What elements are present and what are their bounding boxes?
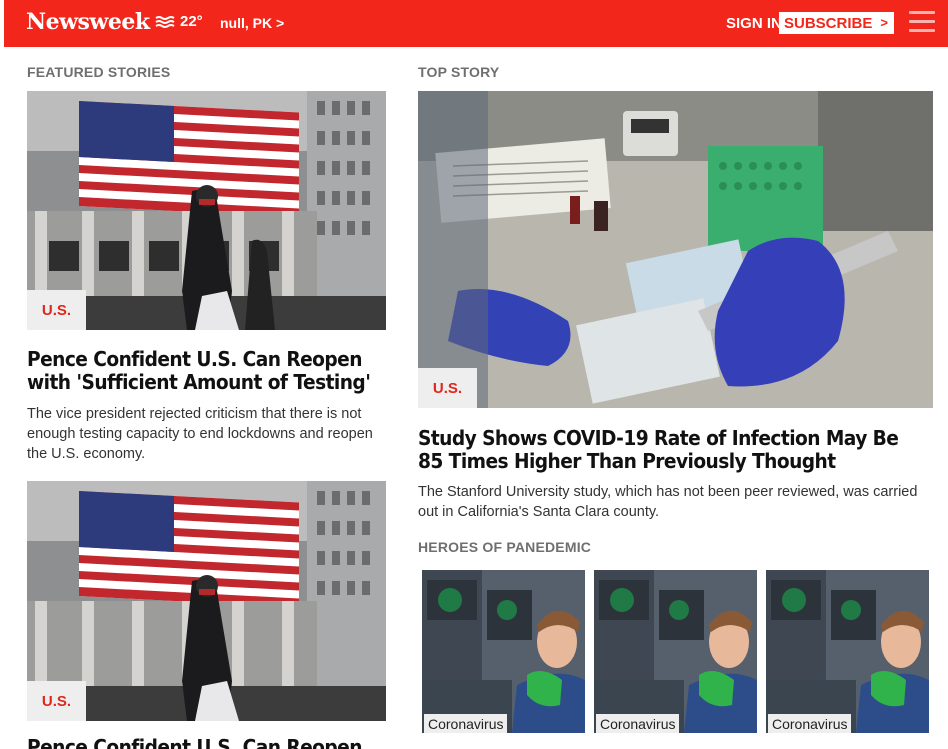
location-selector[interactable]: null, PK > — [220, 15, 284, 31]
top-story-summary: The Stanford University study, which has… — [418, 484, 918, 520]
heroes-section-label: HEROES OF PANEDEMIC — [418, 539, 592, 555]
hero-card[interactable]: Coronavirus — [594, 570, 757, 733]
featured-story-image[interactable]: U.S. — [27, 91, 386, 330]
featured-stories-label: FEATURED STORIES — [27, 64, 171, 80]
hero-category-tag[interactable]: Coronavirus — [424, 714, 508, 733]
category-tag[interactable]: U.S. — [418, 368, 477, 408]
category-tag[interactable]: U.S. — [27, 681, 86, 721]
subscribe-label: SUBSCRIBE — [784, 14, 873, 32]
chevron-right-icon: > — [880, 15, 888, 30]
lab-pipette-image — [418, 91, 933, 408]
temperature: 22° — [180, 13, 203, 30]
weather-icon — [155, 15, 175, 28]
hero-portrait-image — [594, 570, 757, 733]
hero-card[interactable]: Coronavirus — [422, 570, 585, 733]
hero-portrait-image — [766, 570, 929, 733]
top-story-label: TOP STORY — [418, 64, 500, 80]
hero-category-tag[interactable]: Coronavirus — [596, 714, 680, 733]
featured-story-headline[interactable]: Pence Confident U.S. Can Reopen with 'Su… — [27, 348, 380, 394]
subscribe-button[interactable]: SUBSCRIBE > — [779, 12, 894, 34]
featured-story-image[interactable]: U.S. — [27, 481, 386, 721]
hero-category-tag[interactable]: Coronavirus — [768, 714, 852, 733]
site-logo[interactable]: Newsweek — [26, 9, 150, 35]
featured-story-headline[interactable]: Pence Confident U.S. Can Reopen — [27, 736, 380, 749]
featured-story-summary: The vice president rejected criticism th… — [27, 406, 373, 462]
hero-portrait-image — [422, 570, 585, 733]
sign-in-link[interactable]: SIGN IN — [726, 15, 782, 32]
category-tag[interactable]: U.S. — [27, 290, 86, 330]
top-story-headline[interactable]: Study Shows COVID-19 Rate of Infection M… — [418, 427, 906, 473]
weather-widget[interactable]: 22° — [155, 13, 203, 30]
hero-card[interactable]: Coronavirus — [766, 570, 929, 733]
hamburger-menu-icon[interactable] — [909, 11, 935, 33]
top-story-image[interactable]: U.S. — [418, 91, 933, 408]
site-header: Newsweek 22° null, PK > SIGN IN SUBSCRIB… — [4, 0, 948, 47]
